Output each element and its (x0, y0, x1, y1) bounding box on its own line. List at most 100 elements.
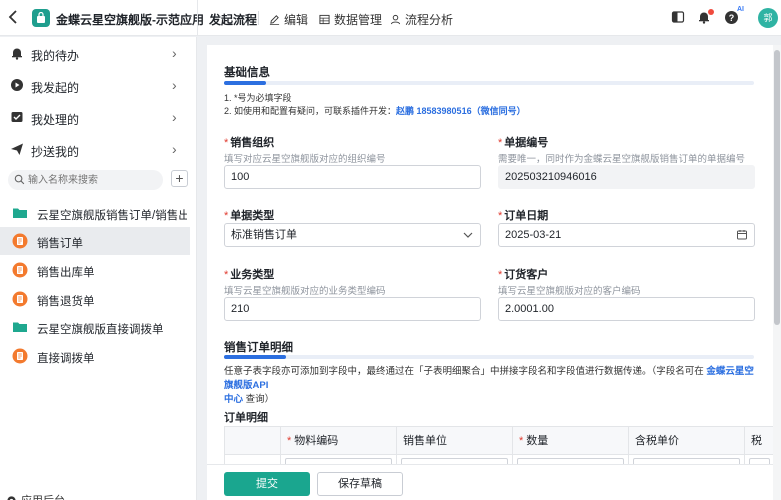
tab-process-analysis[interactable]: 流程分析 (390, 11, 453, 28)
tab-process-analysis-label: 流程分析 (405, 13, 454, 27)
tab-separator (258, 11, 259, 25)
table-header-material: * 物料编码 (281, 427, 397, 455)
section-divider (224, 355, 754, 359)
order-date-label-text: 订单日期 (504, 210, 549, 222)
play-icon (11, 79, 23, 91)
svg-text:?: ? (729, 13, 735, 23)
customer-input[interactable]: 2.0001.00 (498, 297, 755, 321)
app-backend-link[interactable]: 应用后台 (6, 492, 65, 500)
contact-link[interactable]: 赵鹏 18583980516（微信同号） (396, 106, 526, 116)
folder-icon (13, 322, 27, 332)
table-header-qty: * 数量 (513, 427, 629, 455)
bill-type-label: * 单据类型 (224, 210, 275, 222)
chevron-right-icon: › (172, 109, 177, 125)
nav-item-cc[interactable]: 抄送我的 › (0, 134, 197, 164)
check-box-icon (11, 112, 23, 122)
tree-item-label: 云星空旗舰版直接调拨单 (37, 324, 164, 336)
back-icon[interactable] (8, 9, 22, 27)
sales-org-label-text: 销售组织 (230, 137, 275, 149)
tree-item-label: 云星空旗舰版销售订单/销售出... (37, 210, 187, 222)
user-icon (390, 14, 401, 25)
nav-item-label: 我发起的 (31, 81, 80, 95)
bill-no-label: * 单据编号 (498, 137, 549, 149)
tab-start-process-label: 发起流程 (209, 13, 258, 27)
nav-item-label: 我的待办 (31, 49, 80, 63)
search-input[interactable] (28, 172, 158, 188)
tree-item-label: 销售订单 (37, 238, 83, 250)
form-footer: 提交 保存草稿 (207, 464, 773, 500)
table-title: 订单明细 (224, 412, 268, 424)
nav-item-my-todo[interactable]: 我的待办 › (0, 38, 197, 68)
api-center-link-cont[interactable]: 中心 (224, 394, 243, 405)
calendar-icon[interactable] (737, 224, 747, 254)
tab-edit-label: 编辑 (284, 13, 309, 27)
bill-type-label-text: 单据类型 (230, 210, 275, 222)
tree-item-label: 直接调拨单 (37, 353, 95, 365)
form-icon (12, 233, 28, 249)
bill-no-label-text: 单据编号 (504, 137, 549, 149)
detail-description: 任意子表字段亦可添加到字段中，最终通过在「子表明细聚合」中拼接字段名和字段值进行… (224, 365, 759, 407)
form-panel: 基础信息 1. *号为必填字段 2. 如使用和配置有疑问，可联系插件开发：赵鹏 … (207, 45, 773, 500)
form-scrollbar[interactable] (773, 45, 781, 500)
scrollbar-thumb[interactable] (774, 50, 780, 325)
search-box (8, 170, 163, 190)
nav-item-initiated[interactable]: 我发起的 › (0, 70, 197, 100)
order-date-input[interactable]: 2025-03-21 (498, 223, 755, 247)
note-required: 1. *号为必填字段 (224, 93, 292, 103)
bill-type-value: 标准销售订单 (231, 229, 297, 241)
gear-icon (7, 495, 16, 500)
section-title-detail: 销售订单明细 (224, 342, 293, 354)
tree-item-folder-transfer[interactable]: 云星空旗舰版直接调拨单 (0, 313, 190, 341)
chevron-right-icon: › (172, 141, 177, 157)
save-draft-button[interactable]: 保存草稿 (317, 472, 403, 496)
tree-item-label: 销售退货单 (37, 296, 95, 308)
customer-label: * 订货客户 (498, 269, 549, 281)
section-divider (224, 81, 754, 85)
ai-badge: AI (737, 6, 744, 13)
header-divider (197, 0, 198, 36)
notification-dot (708, 9, 714, 15)
send-icon (11, 143, 23, 155)
search-icon (14, 174, 25, 185)
submit-button[interactable]: 提交 (224, 472, 310, 496)
tab-data-management[interactable]: 数据管理 (319, 11, 382, 28)
chevron-right-icon: › (172, 77, 177, 93)
order-date-value: 2025-03-21 (505, 229, 562, 241)
note-contact-prefix: 2. 如使用和配置有疑问，可联系插件开发： (224, 106, 397, 116)
app-icon (32, 9, 50, 27)
bell-icon (12, 48, 22, 60)
add-button[interactable]: + (171, 170, 188, 187)
biz-type-input[interactable]: 210 (224, 297, 481, 321)
biz-type-label-text: 业务类型 (230, 269, 275, 281)
tree-item-sales-outbound[interactable]: 销售出库单 (0, 256, 190, 284)
sidebar: 我的待办 › 我发起的 › 我处理的 › 抄送我的 › + 云星空旗舰版销售订单… (0, 37, 197, 500)
bill-type-select[interactable]: 标准销售订单 (224, 223, 481, 247)
nav-item-label: 我处理的 (31, 113, 80, 127)
customer-label-text: 订货客户 (504, 269, 549, 281)
customer-hint: 填写云星空旗舰版对应的客户编码 (498, 286, 641, 297)
tab-edit[interactable]: 编辑 (269, 11, 308, 28)
tab-data-management-label: 数据管理 (334, 13, 383, 27)
sales-org-input[interactable]: 100 (224, 165, 481, 189)
tab-start-process[interactable]: 发起流程 (209, 11, 257, 28)
sales-org-label: * 销售组织 (224, 137, 275, 149)
table-header-qty-text: 数量 (526, 435, 549, 447)
form-icon (12, 291, 28, 307)
chevron-right-icon: › (172, 45, 177, 61)
panel-toggle-icon[interactable] (671, 10, 687, 26)
detail-desc-prefix: 任意子表字段亦可添加到字段中，最终通过在「子表明细聚合」中拼接字段名和字段值进行… (224, 366, 707, 377)
top-bar: 金蝶云星空旗舰版-示范应用 发起流程 编辑 数据管理 流程分析 ? AI 郭 (0, 0, 781, 36)
nav-item-processed[interactable]: 我处理的 › (0, 102, 197, 132)
bill-no-hint: 需要唯一，同时作为金蝶云星空旗舰版销售订单的单据编号 (498, 154, 746, 165)
tree-item-sales-order[interactable]: 销售订单 (0, 227, 190, 255)
tree-item-folder-sales[interactable]: 云星空旗舰版销售订单/销售出... (0, 199, 190, 227)
order-date-label: * 订单日期 (498, 210, 549, 222)
tree-item-direct-transfer[interactable]: 直接调拨单 (0, 342, 190, 370)
tree-item-label: 销售出库单 (37, 267, 95, 279)
avatar[interactable]: 郭 (758, 8, 778, 28)
biz-type-label: * 业务类型 (224, 269, 275, 281)
section-title-basic: 基础信息 (224, 67, 270, 79)
table-header-unit: 销售单位 (397, 427, 513, 455)
tree-item-sales-return[interactable]: 销售退货单 (0, 285, 190, 313)
table-icon (319, 14, 330, 25)
